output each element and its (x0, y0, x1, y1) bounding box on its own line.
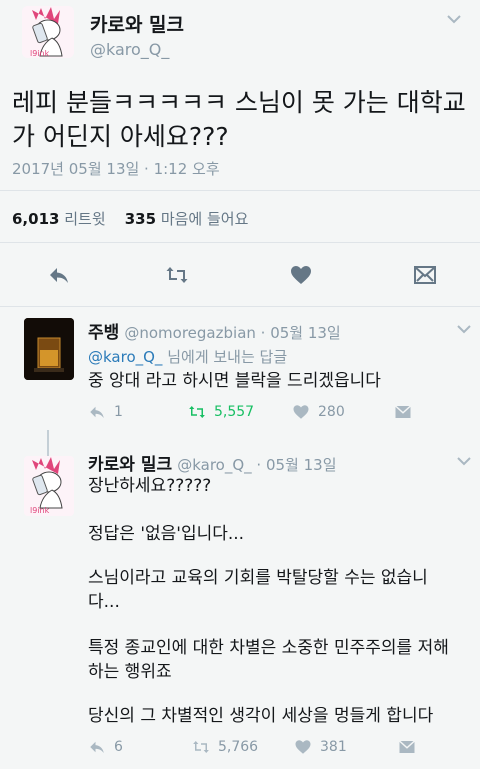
like-button[interactable]: 280 (292, 403, 345, 421)
avatar[interactable]: l9ink (24, 456, 74, 516)
chevron-down-icon[interactable] (446, 10, 462, 29)
reply-header: 카로와 밀크 @karo_Q_ · 05월 13일 (88, 450, 337, 475)
reply-count: 6 (114, 739, 123, 755)
timestamp[interactable]: 2017년 05월 13일 · 1:12 오후 (12, 158, 220, 179)
reply-to-suffix: 님에게 보내는 답글 (167, 348, 288, 366)
reply-count: 1 (114, 404, 123, 420)
tweet-text: 레피 분들ㅋㅋㅋㅋㅋ 스님이 못 가는 대학교가 어딘지 아세요??? (12, 88, 466, 151)
handle-date[interactable]: @karo_Q_ · 05월 13일 (177, 456, 336, 474)
likes-count[interactable]: 335 (125, 210, 156, 228)
display-name[interactable]: 카로와 밀크 (90, 10, 184, 37)
divider (0, 242, 480, 243)
reply-text-line: 정답은 '없음'입니다... (88, 524, 245, 544)
retweet-icon (189, 406, 205, 418)
retweet-icon (166, 267, 188, 283)
avatar[interactable] (24, 318, 74, 380)
divider (0, 190, 480, 191)
dm-icon (414, 266, 436, 284)
dm-button[interactable] (410, 261, 440, 289)
reply-to-handle[interactable]: @karo_Q_ (88, 348, 162, 366)
retweet-count: 5,557 (214, 404, 255, 420)
divider (0, 306, 480, 307)
display-name[interactable]: 주뱅 (88, 323, 119, 343)
tweet-stats: 6,013 리트윗 335 마음에 들어요 (12, 208, 248, 229)
dm-icon (398, 740, 416, 753)
reply-icon (50, 268, 68, 283)
like-button[interactable] (286, 261, 316, 289)
heart-icon (291, 266, 311, 284)
dm-icon (394, 405, 412, 418)
reply-to: @karo_Q_ 님에게 보내는 답글 (88, 346, 287, 367)
svg-text:l9ink: l9ink (30, 506, 50, 515)
reply-text-line: 특정 종교인에 대한 차별은 소중한 민주주의를 저해하는 행위죠 (88, 638, 449, 682)
retweet-button[interactable] (162, 261, 192, 289)
reply-button[interactable]: 1 (88, 403, 123, 421)
thread-line (47, 430, 49, 456)
display-name[interactable]: 카로와 밀크 (88, 455, 172, 475)
heart-icon (295, 740, 311, 754)
like-button[interactable]: 381 (294, 738, 347, 756)
reply-icon (90, 406, 104, 418)
dm-button[interactable] (398, 738, 416, 756)
reply-text-line: 당신의 그 차별적인 생각이 세상을 멍들게 합니다 (88, 706, 434, 726)
retweet-count: 5,766 (218, 739, 259, 755)
dm-button[interactable] (394, 403, 412, 421)
svg-text:l9ink: l9ink (30, 49, 50, 58)
reply-text-line: 장난하세요????? (88, 476, 212, 496)
reply-header: 주뱅 @nomoregazbian · 05월 13일 (88, 318, 341, 343)
reply-icon (90, 741, 104, 753)
like-count: 381 (320, 739, 347, 755)
likes-label[interactable]: 마음에 들어요 (161, 210, 249, 228)
reply-button[interactable] (44, 261, 74, 289)
retweet-icon (193, 741, 209, 753)
retweet-button[interactable]: 5,766 (192, 738, 258, 756)
retweet-button[interactable]: 5,557 (188, 403, 254, 421)
retweets-count[interactable]: 6,013 (12, 210, 59, 228)
like-count: 280 (318, 404, 345, 420)
reply-text-line: 스님이라고 교육의 기회를 박탈당할 수는 없습니다... (88, 568, 428, 612)
handle-date[interactable]: @nomoregazbian · 05월 13일 (124, 324, 340, 342)
heart-icon (293, 405, 309, 419)
avatar[interactable]: l9ink (22, 6, 74, 58)
chevron-down-icon[interactable] (456, 320, 472, 339)
retweets-label[interactable]: 리트윗 (64, 210, 105, 228)
chevron-down-icon[interactable] (456, 452, 472, 471)
reply-button[interactable]: 6 (88, 738, 123, 756)
handle[interactable]: @karo_Q_ (90, 40, 169, 59)
reply-text: 중 앙대 라고 하시면 블락을 드리겠읍니다 (88, 371, 381, 391)
